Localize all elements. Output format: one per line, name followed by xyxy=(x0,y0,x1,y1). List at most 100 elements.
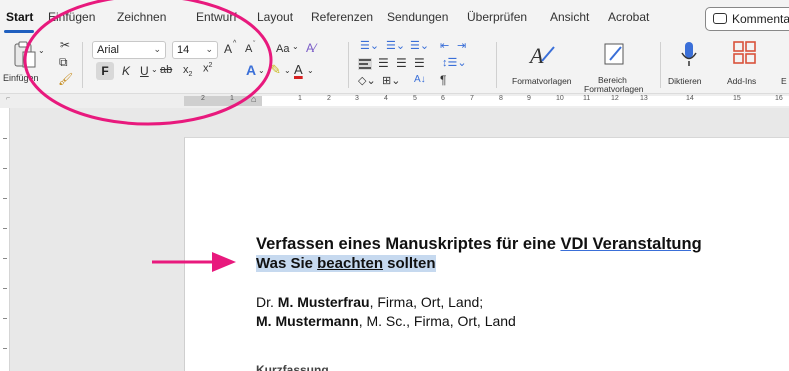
menu-bar: Start Einfügen Zeichnen Entwurf Layout R… xyxy=(0,0,789,36)
tab-entwurf[interactable]: Entwurf xyxy=(196,10,237,24)
addins-label: Add-Ins xyxy=(727,76,757,86)
align-left-icon[interactable] xyxy=(358,58,372,70)
subtitle-text-end: sollten xyxy=(383,255,436,272)
author1-affiliation: , Firma, Ort, Land; xyxy=(369,294,484,310)
format-painter-icon[interactable]: 🖌 xyxy=(58,72,73,86)
tab-ansicht[interactable]: Ansicht xyxy=(550,10,589,24)
paste-dropdown-chevron[interactable]: ⌄ xyxy=(38,46,45,55)
align-line xyxy=(359,67,371,69)
underline-button[interactable]: U xyxy=(140,64,149,78)
cut-icon[interactable]: ✂ xyxy=(60,38,70,52)
tab-referenzen[interactable]: Referenzen xyxy=(311,10,373,24)
ribbon-separator xyxy=(660,42,661,88)
grow-font-caret-icon: ^ xyxy=(233,40,237,47)
vruler-tick xyxy=(3,198,7,199)
bold-button[interactable]: F xyxy=(96,62,114,80)
styles-pane-icon[interactable] xyxy=(603,41,627,67)
font-color-icon[interactable]: A xyxy=(294,62,303,77)
vruler-tick xyxy=(3,168,7,169)
show-formatting-button[interactable]: ¶ xyxy=(440,73,446,87)
shrink-font-button[interactable]: A xyxy=(245,43,252,55)
ruler-number: 8 xyxy=(499,95,503,102)
tab-layout[interactable]: Layout xyxy=(257,10,293,24)
tab-ueberpruefen[interactable]: Überprüfen xyxy=(467,10,527,24)
tab-stop-icon[interactable]: ⌐ xyxy=(6,95,10,102)
ruler-number: 13 xyxy=(640,95,648,102)
align-line xyxy=(359,59,371,61)
strikethrough-button[interactable]: ab xyxy=(160,64,172,76)
align-center-icon[interactable]: ☰ xyxy=(378,56,389,70)
grow-font-button[interactable]: A xyxy=(224,42,232,56)
ruler-number: 6 xyxy=(441,95,445,102)
addins-icon[interactable] xyxy=(733,41,757,65)
author2-affiliation: , M. Sc., Firma, Ort, Land xyxy=(358,313,516,329)
highlight-icon[interactable]: ✎ xyxy=(270,62,281,78)
text-effects-icon[interactable]: A xyxy=(246,62,256,78)
author-line-2[interactable]: M. Mustermann, M. Sc., Firma, Ort, Land xyxy=(256,313,516,329)
italic-button[interactable]: K xyxy=(122,64,130,78)
author1-prefix: Dr. xyxy=(256,294,278,310)
justify-icon[interactable]: ☰ xyxy=(414,56,425,70)
document-title-line-2[interactable]: Was Sie beachten sollten xyxy=(256,255,436,272)
styles-icon[interactable]: A xyxy=(528,41,558,68)
borders-icon[interactable]: ⊞⌄ xyxy=(382,74,400,87)
ruler-number: 9 xyxy=(527,95,531,102)
tab-sendungen[interactable]: Sendungen xyxy=(387,10,448,24)
ruler-number: 4 xyxy=(384,95,388,102)
ribbon-separator xyxy=(82,42,83,88)
vruler-tick xyxy=(3,258,7,259)
shrink-font-caret-icon: ˇ xyxy=(253,41,256,48)
tab-einfuegen[interactable]: Einfügen xyxy=(48,10,95,24)
ruler-number: 2 xyxy=(201,95,205,102)
font-size-value: 14 xyxy=(177,44,190,56)
align-right-icon[interactable]: ☰ xyxy=(396,56,407,70)
microphone-icon[interactable] xyxy=(680,40,698,68)
comments-button[interactable]: Kommentar xyxy=(705,7,789,31)
subtitle-underlined-text: beachten xyxy=(317,255,383,272)
ruler-number: 5 xyxy=(413,95,417,102)
svg-text:A: A xyxy=(528,43,544,67)
superscript-button[interactable]: x2 xyxy=(203,62,212,75)
cut-off-label: E xyxy=(781,76,787,86)
document-title-line-1[interactable]: Verfassen eines Manuskriptes für eine VD… xyxy=(256,235,702,254)
subscript-button[interactable]: x2 xyxy=(183,64,192,78)
chevron-down-icon: ⌄ xyxy=(307,66,314,75)
vruler-tick xyxy=(3,318,7,319)
copy-icon[interactable]: ⧉ xyxy=(59,55,68,70)
dictate-label: Diktieren xyxy=(668,76,702,86)
align-line xyxy=(359,63,368,65)
line-spacing-icon[interactable]: ↕☰⌄ xyxy=(442,56,467,69)
clear-formatting-icon[interactable]: A⁄ xyxy=(306,41,316,55)
ruler-number: 15 xyxy=(733,95,741,102)
ruler-number: 11 xyxy=(583,95,591,102)
styles-pane-label-2: Formatvorlagen xyxy=(584,84,644,94)
title-underlined-text: VDI Veranstaltung xyxy=(560,235,702,253)
font-size-select[interactable]: 14 ⌄ xyxy=(172,41,218,59)
ruler-number: 10 xyxy=(556,95,564,102)
comments-label: Kommentar xyxy=(732,12,789,26)
bullets-icon[interactable]: ☰⌄ xyxy=(360,39,379,52)
document-page[interactable] xyxy=(184,137,789,371)
tab-start[interactable]: Start xyxy=(6,10,33,24)
shading-icon[interactable]: ◇⌄ xyxy=(358,74,376,87)
multilevel-list-icon[interactable]: ☰⌄ xyxy=(410,39,429,52)
change-case-button[interactable]: Aa xyxy=(276,43,289,55)
chevron-down-icon: ⌄ xyxy=(292,42,299,51)
chevron-down-icon: ⌄ xyxy=(284,66,291,75)
author-line-1[interactable]: Dr. M. Musterfrau, Firma, Ort, Land; xyxy=(256,294,483,310)
tab-acrobat[interactable]: Acrobat xyxy=(608,10,649,24)
subtitle-text: Was Sie xyxy=(256,255,318,272)
sort-button[interactable]: A↓ xyxy=(414,74,426,85)
increase-indent-icon[interactable]: ⇥ xyxy=(457,39,466,52)
ruler-number: 7 xyxy=(470,95,474,102)
next-heading-partial: Kurzfassung xyxy=(256,363,329,371)
indent-marker-icon[interactable]: ⌂ xyxy=(251,94,256,104)
paste-icon[interactable] xyxy=(12,40,38,70)
ribbon-separator xyxy=(496,42,497,88)
decrease-indent-icon[interactable]: ⇤ xyxy=(440,39,449,52)
ribbon: ⌄ Einfügen ✂ ⧉ 🖌 Arial ⌄ 14 ⌄ A ^ A ˇ Aa… xyxy=(0,36,789,94)
numbering-icon[interactable]: ☰⌄ xyxy=(386,39,405,52)
font-name-select[interactable]: Arial ⌄ xyxy=(92,41,166,59)
vertical-ruler xyxy=(0,108,10,371)
tab-zeichnen[interactable]: Zeichnen xyxy=(117,10,166,24)
